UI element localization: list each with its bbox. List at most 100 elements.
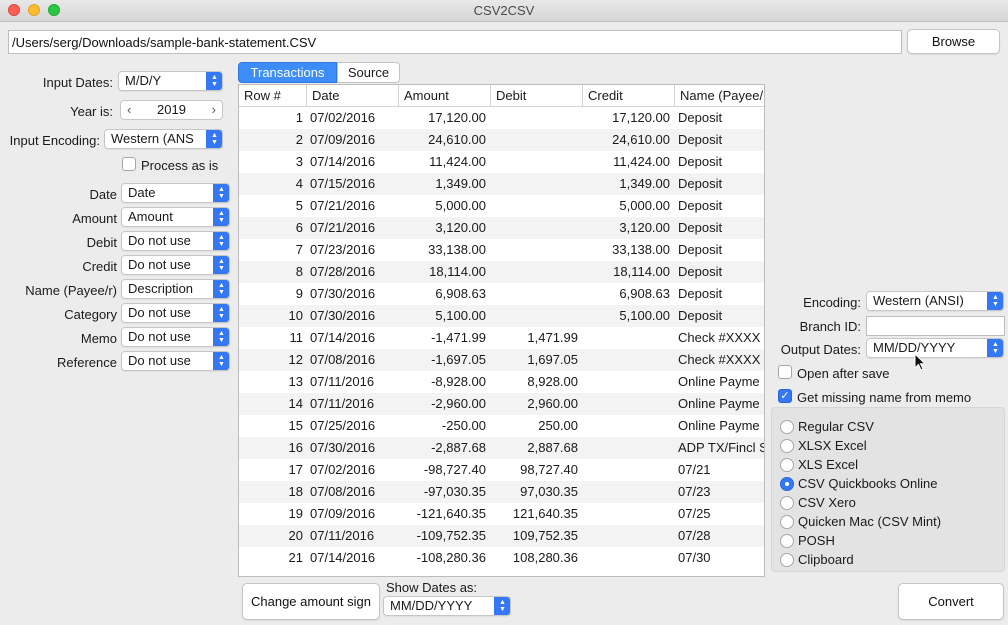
radio-button-icon[interactable]	[780, 439, 794, 453]
format-radio[interactable]: CSV Quickbooks Online	[780, 476, 1000, 494]
output-dates-select[interactable]: MM/DD/YYYY ▲ ▼	[866, 338, 1004, 358]
input-dates-label: Input Dates:	[42, 75, 113, 90]
radio-button-icon[interactable]	[780, 420, 794, 434]
maximize-window-icon[interactable]	[48, 4, 60, 16]
table-row[interactable]: 4 07/15/2016 1,349.00 1,349.00 Deposit	[239, 173, 764, 195]
radio-button-icon[interactable]	[780, 496, 794, 510]
mapping-select[interactable]: Do not use ▲ ▼	[121, 303, 230, 323]
table-row[interactable]: 6 07/21/2016 3,120.00 3,120.00 Deposit	[239, 217, 764, 239]
table-row[interactable]: 2 07/09/2016 24,610.00 24,610.00 Deposit	[239, 129, 764, 151]
year-stepper[interactable]: ‹ 2019 ›	[120, 100, 223, 120]
table-row[interactable]: 10 07/30/2016 5,100.00 5,100.00 Deposit	[239, 305, 764, 327]
title-bar: CSV2CSV	[0, 0, 1008, 22]
amount-cell: -2,887.68	[431, 440, 486, 455]
table-row[interactable]: 21 07/14/2016 -108,280.36 108,280.36 07/30	[239, 547, 764, 569]
radio-button-icon[interactable]	[780, 515, 794, 529]
mapping-select[interactable]: Description ▲ ▼	[121, 279, 230, 299]
amount-cell: -8,928.00	[431, 374, 486, 389]
file-path-field[interactable]: /Users/serg/Downloads/sample-bank-statem…	[8, 30, 902, 54]
minimize-window-icon[interactable]	[28, 4, 40, 16]
row-number-cell: 17	[288, 462, 303, 477]
radio-button-icon[interactable]	[780, 534, 794, 548]
debit-cell	[491, 195, 583, 217]
header-credit[interactable]: Credit	[583, 85, 675, 107]
open-after-save-checkbox[interactable]	[778, 365, 792, 379]
mapping-select[interactable]: Date ▲ ▼	[121, 183, 230, 203]
table-row[interactable]: 16 07/30/2016 -2,887.68 2,887.68 ADP TX/Finc…	[239, 437, 764, 459]
show-dates-select[interactable]: MM/DD/YYYY ▲ ▼	[383, 596, 511, 616]
input-encoding-select[interactable]: Western (ANS ▲ ▼	[104, 129, 223, 149]
header-row-num[interactable]: Row #	[239, 85, 307, 107]
format-radio[interactable]: XLS Excel	[780, 457, 1000, 475]
date-cell: 07/09/2016	[310, 506, 376, 521]
format-radio[interactable]: Clipboard	[780, 552, 1000, 570]
table-row[interactable]: 8 07/28/2016 18,114.00 18,114.00 Deposit	[239, 261, 764, 283]
tab-source[interactable]: Source	[337, 62, 400, 83]
chevron-right-icon[interactable]: ›	[212, 101, 216, 119]
table-row[interactable]: 17 07/02/2016 -98,727.40 98,727.40 07/21	[239, 459, 764, 481]
radio-button-icon[interactable]	[780, 477, 794, 491]
chevron-left-icon[interactable]: ‹	[127, 101, 131, 119]
credit-cell	[583, 415, 675, 437]
close-window-icon[interactable]	[8, 4, 20, 16]
mapping-select[interactable]: Do not use ▲ ▼	[121, 351, 230, 371]
credit-cell	[583, 327, 675, 349]
radio-button-icon[interactable]	[780, 553, 794, 567]
format-radio[interactable]: Quicken Mac (CSV Mint)	[780, 514, 1000, 532]
table-row[interactable]: 15 07/25/2016 -250.00 250.00 Online Payme	[239, 415, 764, 437]
get-missing-name-checkbox[interactable]: ✓	[778, 389, 792, 403]
header-name[interactable]: Name (Payee/	[675, 85, 764, 107]
table-row[interactable]: 19 07/09/2016 -121,640.35 121,640.35 07/25	[239, 503, 764, 525]
table-row[interactable]: 18 07/08/2016 -97,030.35 97,030.35 07/23	[239, 481, 764, 503]
process-as-is-checkbox[interactable]	[122, 157, 136, 171]
radio-button-icon[interactable]	[780, 458, 794, 472]
output-encoding-select[interactable]: Western (ANSI) ▲ ▼	[866, 291, 1004, 311]
convert-button[interactable]: Convert	[898, 583, 1004, 620]
table-row[interactable]: 5 07/21/2016 5,000.00 5,000.00 Deposit	[239, 195, 764, 217]
format-radio[interactable]: CSV Xero	[780, 495, 1000, 513]
table-row[interactable]: 9 07/30/2016 6,908.63 6,908.63 Deposit	[239, 283, 764, 305]
browse-button[interactable]: Browse	[907, 29, 1000, 54]
name-cell: Deposit	[678, 154, 723, 169]
mapping-select[interactable]: Do not use ▲ ▼	[121, 327, 230, 347]
debit-cell	[491, 217, 583, 239]
up-down-arrows-icon: ▲ ▼	[213, 280, 229, 298]
mapping-select[interactable]: Do not use ▲ ▼	[121, 255, 230, 275]
table-row[interactable]: 1 07/02/2016 17,120.00 17,120.00 Deposit	[239, 107, 764, 129]
mapping-select[interactable]: Do not use ▲ ▼	[121, 231, 230, 251]
table-row[interactable]: 14 07/11/2016 -2,960.00 2,960.00 Online Paym…	[239, 393, 764, 415]
change-amount-sign-button[interactable]: Change amount sign	[242, 583, 380, 620]
header-debit[interactable]: Debit	[491, 85, 583, 107]
input-dates-select[interactable]: M/D/Y ▲ ▼	[118, 71, 223, 91]
branch-id-field[interactable]	[866, 316, 1005, 336]
format-radio[interactable]: XLSX Excel	[780, 438, 1000, 456]
amount-cell: -121,640.35	[416, 506, 486, 521]
format-radio[interactable]: POSH	[780, 533, 1000, 551]
table-row[interactable]: 13 07/11/2016 -8,928.00 8,928.00 Online Paym…	[239, 371, 764, 393]
date-cell: 07/11/2016	[310, 396, 375, 411]
tab-transactions[interactable]: Transactions	[238, 62, 337, 83]
name-cell: 07/30	[678, 550, 711, 565]
name-cell: Online Payme	[678, 396, 760, 411]
mapping-value: Do not use	[128, 257, 191, 272]
table-row[interactable]: 12 07/08/2016 -1,697.05 1,697.05 Check #XXXX	[239, 349, 764, 371]
format-radio[interactable]: Regular CSV	[780, 419, 1000, 437]
table-row[interactable]: 11 07/14/2016 -1,471.99 1,471.99 Check #XXXX	[239, 327, 764, 349]
header-date[interactable]: Date	[307, 85, 399, 107]
up-down-arrows-icon: ▲ ▼	[213, 352, 229, 370]
input-encoding-label: Input Encoding:	[9, 133, 100, 148]
table-header: Row # Date Amount Debit Credit Name (Pay…	[239, 85, 764, 107]
table-row[interactable]: 20 07/11/2016 -109,752.35 109,752.35 07/28	[239, 525, 764, 547]
row-number-cell: 11	[289, 330, 304, 345]
mapping-select[interactable]: Amount ▲ ▼	[121, 207, 230, 227]
amount-cell: 11,424.00	[429, 154, 486, 169]
table-row[interactable]: 3 07/14/2016 11,424.00 11,424.00 Deposit	[239, 151, 764, 173]
date-cell: 07/28/2016	[310, 264, 376, 279]
table-row[interactable]: 7 07/23/2016 33,138.00 33,138.00 Deposit	[239, 239, 764, 261]
debit-cell: 250.00	[538, 418, 578, 433]
header-amount[interactable]: Amount	[399, 85, 491, 107]
date-cell: 07/30/2016	[310, 286, 376, 301]
transactions-table[interactable]: Row # Date Amount Debit Credit Name (Pay…	[238, 84, 765, 577]
name-cell: Deposit	[678, 308, 723, 323]
credit-cell: 1,349.00	[619, 176, 670, 191]
